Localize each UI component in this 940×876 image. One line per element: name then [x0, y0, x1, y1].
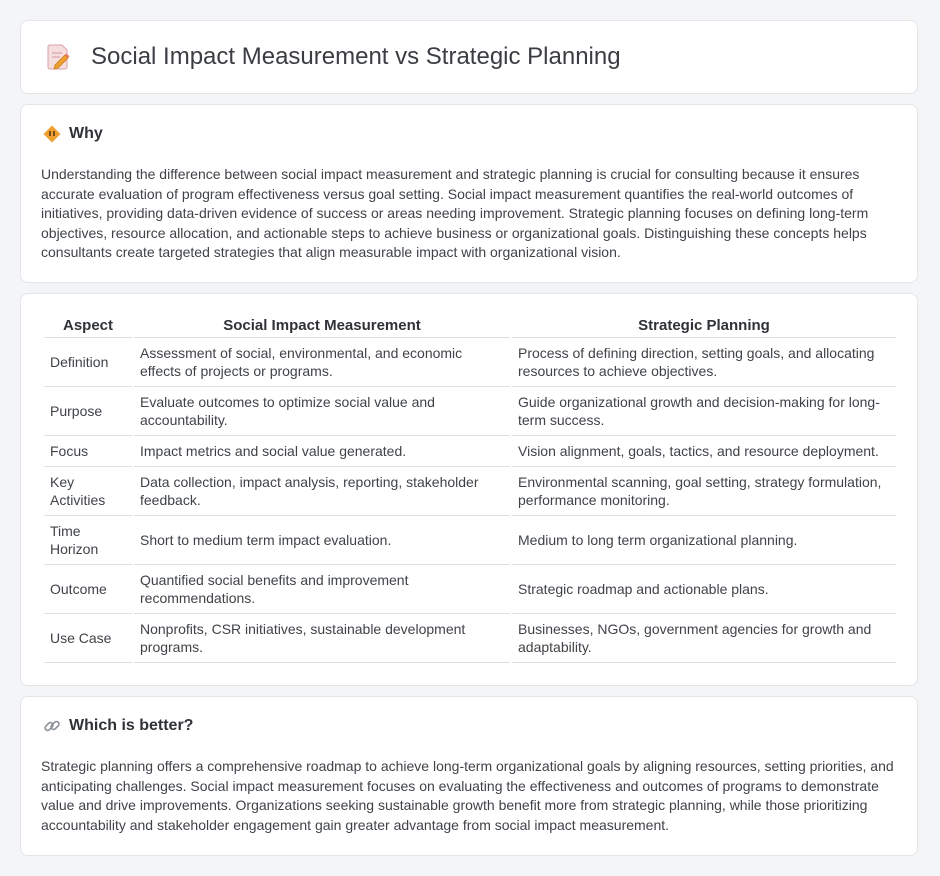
table-cell: Strategic roadmap and actionable plans. [512, 565, 896, 614]
why-section: Why Understanding the difference between… [20, 104, 918, 283]
column-header-social-impact: Social Impact Measurement [134, 314, 510, 338]
why-title: Why [69, 125, 103, 142]
column-header-aspect: Aspect [44, 314, 132, 338]
table-cell-aspect: Purpose [44, 387, 132, 436]
table-cell: Assessment of social, environmental, and… [134, 338, 510, 387]
table-cell-aspect: Key Activities [44, 467, 132, 516]
table-header-row: Aspect Social Impact Measurement Strateg… [44, 314, 896, 338]
table-cell: Vision alignment, goals, tactics, and re… [512, 436, 896, 467]
why-text: Understanding the difference between soc… [41, 166, 869, 260]
comparison-table: Aspect Social Impact Measurement Strateg… [42, 314, 898, 663]
table-cell: Short to medium term impact evaluation. [134, 516, 510, 565]
table-row: Focus Impact metrics and social value ge… [44, 436, 896, 467]
table-cell: Businesses, NGOs, government agencies fo… [512, 614, 896, 663]
comparison-section: Aspect Social Impact Measurement Strateg… [20, 293, 918, 686]
diamond-warning-icon [43, 125, 61, 143]
page-title: Social Impact Measurement vs Strategic P… [91, 43, 621, 70]
table-row: Use Case Nonprofits, CSR initiatives, su… [44, 614, 896, 663]
table-row: Key Activities Data collection, impact a… [44, 467, 896, 516]
table-cell: Environmental scanning, goal setting, st… [512, 467, 896, 516]
table-cell-aspect: Outcome [44, 565, 132, 614]
column-header-strategic-planning: Strategic Planning [512, 314, 896, 338]
which-is-better-section: Which is better? Strategic planning offe… [20, 696, 918, 856]
table-cell-aspect: Focus [44, 436, 132, 467]
table-cell-aspect: Use Case [44, 614, 132, 663]
table-row: Definition Assessment of social, environ… [44, 338, 896, 387]
table-cell: Process of defining direction, setting g… [512, 338, 896, 387]
table-cell: Evaluate outcomes to optimize social val… [134, 387, 510, 436]
table-row: Outcome Quantified social benefits and i… [44, 565, 896, 614]
table-cell-aspect: Time Horizon [44, 516, 132, 565]
table-row: Time Horizon Short to medium term impact… [44, 516, 896, 565]
header-card: Social Impact Measurement vs Strategic P… [20, 20, 918, 94]
table-cell: Medium to long term organizational plann… [512, 516, 896, 565]
table-cell: Data collection, impact analysis, report… [134, 467, 510, 516]
table-cell: Guide organizational growth and decision… [512, 387, 896, 436]
better-text: Strategic planning offers a comprehensiv… [41, 758, 894, 833]
table-row: Purpose Evaluate outcomes to optimize so… [44, 387, 896, 436]
link-icon [43, 717, 61, 735]
better-title: Which is better? [69, 717, 194, 734]
document-pencil-icon [47, 43, 71, 71]
table-cell: Nonprofits, CSR initiatives, sustainable… [134, 614, 510, 663]
table-cell-aspect: Definition [44, 338, 132, 387]
table-cell: Quantified social benefits and improveme… [134, 565, 510, 614]
table-cell: Impact metrics and social value generate… [134, 436, 510, 467]
